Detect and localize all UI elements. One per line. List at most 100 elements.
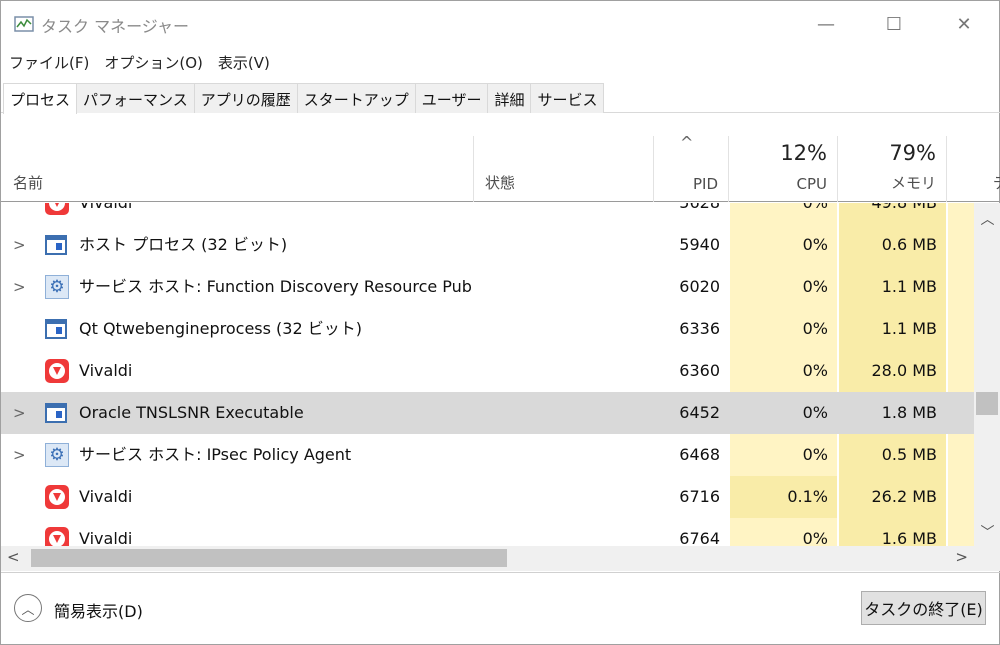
expand-chevron-icon[interactable]: > — [13, 434, 29, 476]
column-pid-label: PID — [692, 175, 718, 193]
sort-ascending-icon: ^ — [680, 133, 694, 152]
menu-view[interactable]: 表示(V) — [210, 49, 277, 75]
horizontal-scroll-thumb[interactable] — [31, 549, 507, 567]
process-name: Oracle TNSLSNR Executable — [79, 403, 304, 422]
process-pid: 6336 — [679, 319, 720, 338]
tab-processes[interactable]: プロセス — [3, 83, 78, 114]
menu-bar: ファイル(F) オプション(O) 表示(V) — [1, 49, 277, 75]
window-title: タスク マネージャー — [41, 17, 189, 36]
expand-chevron-icon[interactable]: > — [13, 266, 29, 308]
service-gear-icon: ⚙ — [45, 443, 69, 467]
process-cpu: 0% — [802, 319, 828, 338]
process-row[interactable]: > ⚙ サービス ホスト: IPsec Policy Agent 6468 0% 0.5 … — [1, 434, 974, 476]
process-name: サービス ホスト: Function Discovery Resource Pu… — [79, 277, 471, 296]
host-process-icon — [45, 401, 69, 425]
host-process-icon — [45, 317, 69, 341]
process-memory: 1.8 MB — [839, 392, 937, 434]
process-pid: 5940 — [679, 235, 720, 254]
cpu-total-percent: 12% — [780, 141, 827, 165]
process-row[interactable]: > Oracle TNSLSNR Executable 6452 0% 1.8 MB — [1, 392, 974, 434]
process-name: Vivaldi — [79, 529, 133, 546]
tab-startup[interactable]: スタートアップ — [296, 83, 416, 113]
process-memory: 26.2 MB — [871, 487, 938, 506]
scroll-up-icon[interactable]: ︿ — [974, 209, 1000, 229]
column-pid[interactable]: ^ PID — [654, 133, 729, 202]
column-status-label: 状態 — [485, 174, 516, 192]
scroll-right-icon[interactable]: > — [955, 548, 968, 566]
service-gear-icon: ⚙ — [45, 275, 69, 299]
process-cpu: 0% — [802, 445, 828, 464]
process-pid: 6468 — [679, 445, 720, 464]
expand-chevron-icon[interactable]: > — [13, 392, 29, 434]
process-pid: 6452 — [679, 403, 720, 422]
process-row[interactable]: Vivaldi 6764 0% 1.6 MB — [1, 518, 974, 546]
process-pid: 5628 — [654, 203, 720, 224]
column-disk[interactable]: デ — [947, 136, 1000, 202]
column-cpu[interactable]: 12% CPU — [729, 136, 838, 202]
process-row[interactable]: Qt Qtwebengineprocess (32 ビット) 6336 0% 1.1 … — [1, 308, 974, 350]
task-manager-app-icon — [14, 16, 34, 32]
maximize-icon: ☐ — [885, 13, 903, 35]
process-cpu: 0.1% — [730, 476, 837, 518]
process-cpu: 0% — [802, 277, 828, 296]
process-row[interactable]: Vivaldi 6716 0.1% 26.2 MB — [1, 476, 974, 518]
host-process-icon — [45, 233, 69, 257]
close-button[interactable]: ✕ — [941, 1, 987, 47]
column-name-label: 名前 — [13, 174, 44, 192]
process-name: サービス ホスト: IPsec Policy Agent — [79, 445, 352, 464]
process-list: Vivaldi 5628 0% 49.8 MB > ホスト プロセス (32 ビット) 59… — [1, 203, 974, 546]
column-memory[interactable]: 79% メモリ — [838, 136, 947, 202]
process-name: Vivaldi — [79, 487, 133, 506]
vertical-scroll-thumb[interactable] — [976, 392, 998, 415]
menu-options[interactable]: オプション(O) — [96, 49, 210, 75]
column-memory-label: メモリ — [890, 174, 936, 192]
scroll-corner — [974, 546, 1000, 571]
tab-bar: プロセス パフォーマンス アプリの履歴 スタートアップ ユーザー 詳細 サービス — [1, 83, 1000, 114]
memory-total-percent: 79% — [889, 141, 936, 165]
process-row[interactable]: Vivaldi 5628 0% 49.8 MB — [1, 203, 974, 224]
process-cpu: 0% — [802, 361, 828, 380]
vertical-scrollbar[interactable]: ︿ ﹀ — [974, 203, 1000, 546]
column-header: 名前 状態 ^ PID 12% CPU 79% メモリ デ — [1, 133, 1000, 202]
column-status[interactable]: 状態 — [474, 136, 654, 202]
scroll-left-icon[interactable]: < — [7, 548, 20, 566]
expand-chevron-icon[interactable]: > — [13, 224, 29, 266]
process-memory: 1.1 MB — [881, 319, 937, 338]
tab-app-history[interactable]: アプリの履歴 — [193, 83, 298, 113]
minimize-icon: — — [817, 13, 835, 35]
column-name[interactable]: 名前 — [1, 136, 474, 202]
chevron-up-circle-icon[interactable]: ︿ — [14, 594, 42, 622]
fewer-details-link[interactable]: 簡易表示(D) — [54, 598, 143, 622]
vivaldi-icon — [45, 203, 69, 215]
tab-services[interactable]: サービス — [530, 83, 605, 113]
column-disk-label: デ — [993, 172, 1000, 193]
tab-performance[interactable]: パフォーマンス — [76, 83, 195, 113]
vivaldi-icon — [45, 359, 69, 383]
scroll-down-icon[interactable]: ﹀ — [974, 522, 1000, 542]
process-row[interactable]: Vivaldi 6360 0% 28.0 MB — [1, 350, 974, 392]
process-pid: 6764 — [679, 529, 720, 546]
process-name: Vivaldi — [79, 361, 133, 380]
process-memory: 49.8 MB — [839, 203, 938, 224]
tab-users[interactable]: ユーザー — [414, 83, 489, 113]
end-task-button[interactable]: タスクの終了(E) — [861, 591, 986, 625]
process-pid: 6360 — [679, 361, 720, 380]
title-bar[interactable]: タスク マネージャー — ☐ ✕ — [1, 1, 1000, 47]
menu-file[interactable]: ファイル(F) — [1, 49, 96, 75]
minimize-button[interactable]: — — [803, 1, 849, 47]
process-memory: 0.5 MB — [881, 445, 937, 464]
tab-details[interactable]: 詳細 — [487, 83, 532, 113]
process-row[interactable]: > ⚙ サービス ホスト: Function Discovery Resource … — [1, 266, 974, 308]
process-row[interactable]: > ホスト プロセス (32 ビット) 5940 0% 0.6 MB — [1, 224, 974, 266]
maximize-button[interactable]: ☐ — [871, 1, 917, 47]
horizontal-scrollbar[interactable]: < > — [1, 546, 974, 571]
footer: ︿ 簡易表示(D) タスクの終了(E) — [1, 572, 1000, 645]
task-manager-window: タスク マネージャー — ☐ ✕ ファイル(F) オプション(O) 表示(V) … — [0, 0, 1000, 645]
process-memory: 0.6 MB — [881, 235, 937, 254]
column-cpu-label: CPU — [796, 175, 828, 193]
vivaldi-icon — [45, 527, 69, 546]
process-memory: 1.6 MB — [881, 529, 937, 546]
close-icon: ✕ — [956, 13, 972, 35]
process-cpu: 0% — [802, 235, 828, 254]
process-cpu: 0% — [730, 392, 828, 434]
